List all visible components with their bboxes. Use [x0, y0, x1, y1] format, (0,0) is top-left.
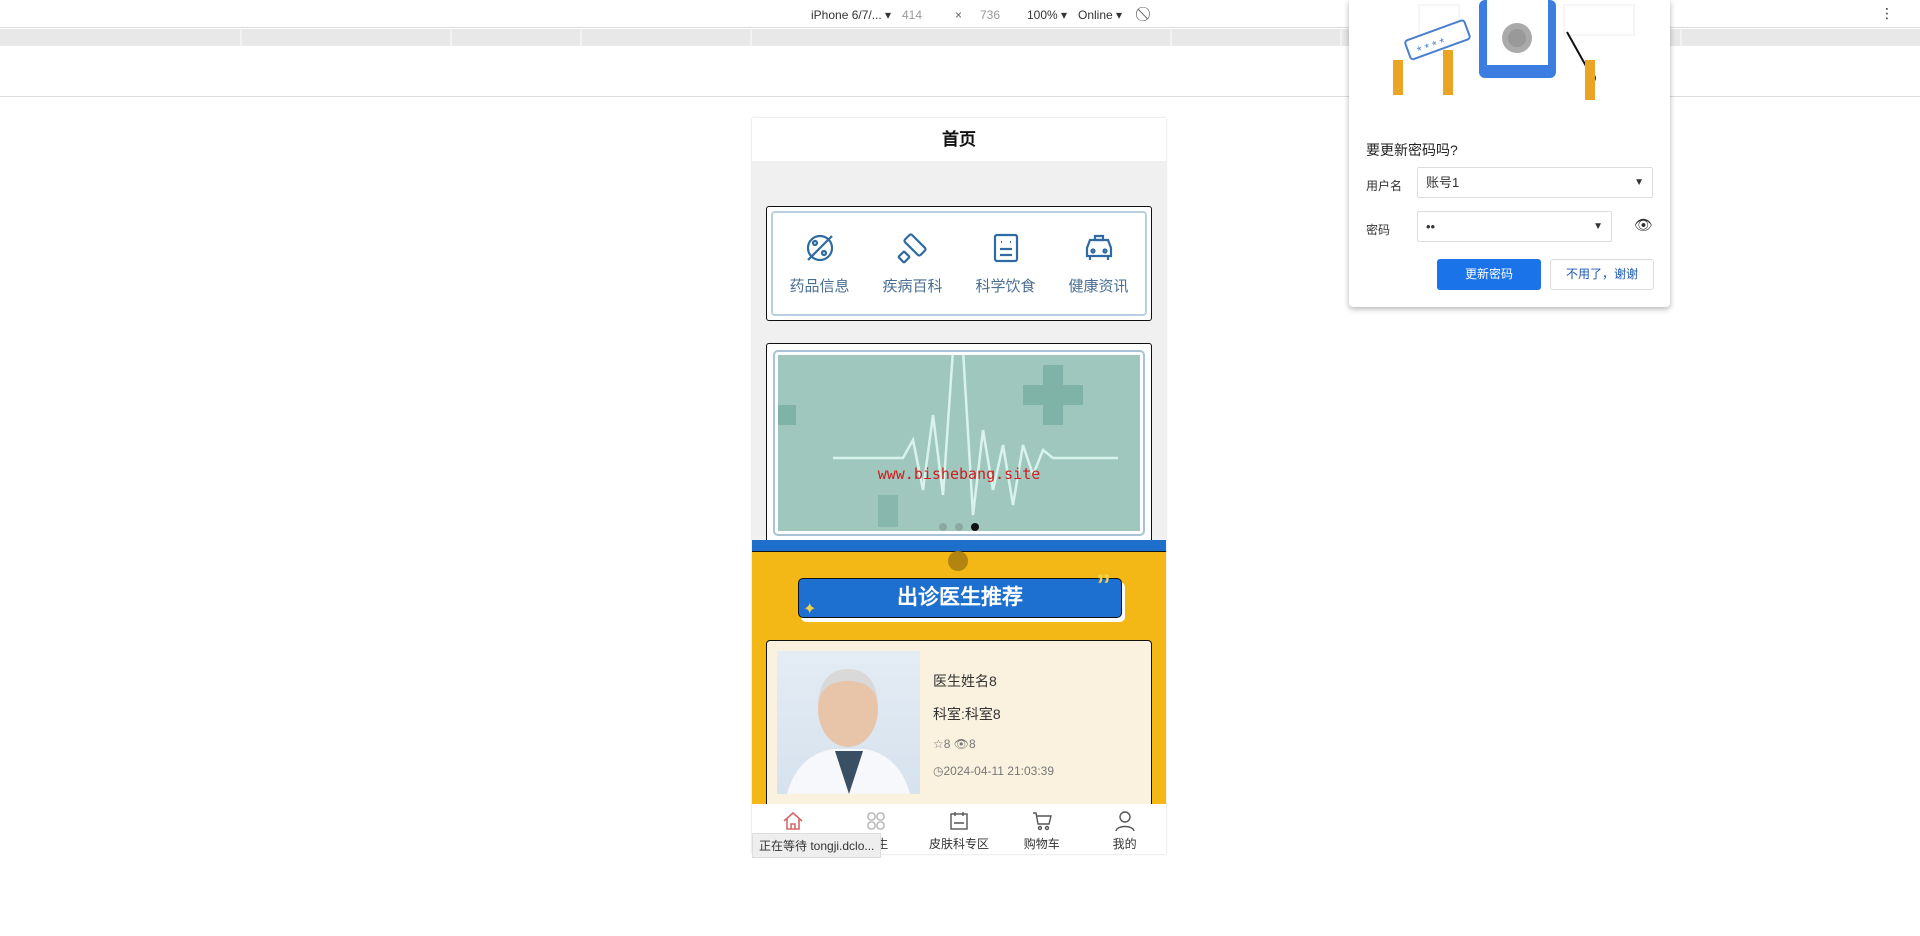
width-input[interactable]: 414 [902, 8, 922, 22]
grid-icon [867, 812, 885, 830]
menu-item-drug-info[interactable]: 药品信息 [780, 231, 860, 296]
nav-item-cart[interactable]: 购物车 [1000, 804, 1083, 854]
quote-icon: ” [1096, 569, 1111, 602]
update-password-button[interactable]: 更新密码 [1437, 259, 1541, 290]
category-menu: 药品信息 疾病百科 科学饮食 健康资讯 [766, 206, 1152, 321]
user-icon [1114, 811, 1135, 832]
status-bubble: 正在等待 tongji.dclo... [752, 833, 882, 858]
calendar-icon [950, 812, 968, 830]
dropdown-caret-icon: ▼ [1634, 177, 1644, 188]
decorative-dot [948, 551, 968, 571]
carousel-dot-active[interactable] [971, 523, 979, 531]
star-icon: ☆ [933, 737, 944, 751]
more-options-icon[interactable]: ⋮ [1880, 5, 1894, 22]
likes-count: 8 [943, 737, 951, 751]
password-label: 密码 [1366, 223, 1391, 237]
carousel-dot[interactable] [955, 523, 963, 531]
nav-item-profile[interactable]: 我的 [1083, 804, 1166, 854]
password-safe-illustration: * * * * [1393, 0, 1635, 100]
roller-icon [897, 233, 927, 264]
banner-slide[interactable]: www.bishebang.site [778, 355, 1140, 531]
update-password-dialog: * * * * 要更新密码吗? 用户名 账号1 ▼ 密码 •• ▼ 👁︎ 更新密码 … [1349, 0, 1670, 307]
cart-icon [1032, 812, 1052, 831]
menu-item-diet[interactable]: 科学饮食 [966, 231, 1046, 296]
nav-item-dermatology[interactable]: 皮肤科专区 [918, 804, 1001, 854]
username-select[interactable]: 账号1 ▼ [1417, 167, 1653, 198]
show-password-eye-icon[interactable]: 👁︎ [1634, 216, 1653, 234]
sparkle-icon: ✦ [803, 601, 817, 618]
section-title: ✦ 出诊医生推荐 ” [798, 569, 1122, 618]
doctor-department: 科室:科室8 [933, 706, 1001, 722]
clock-icon: ◷ [933, 764, 944, 778]
zoom-select[interactable]: 100% ▾ [1027, 8, 1067, 22]
dialog-title: 要更新密码吗? [1366, 142, 1458, 158]
username-label: 用户名 [1366, 179, 1403, 193]
eye-icon: 👁︎ [953, 737, 970, 751]
dropdown-caret-icon: ▼ [1593, 221, 1603, 232]
planet-icon [806, 234, 833, 262]
network-select[interactable]: Online ▾ [1078, 8, 1122, 22]
height-input[interactable]: 736 [980, 8, 1000, 22]
page-title: 首页 [752, 118, 1166, 161]
phone-viewport: 首页 药品信息 疾病百科 科学饮食 健康资讯 www.bishebang.sit… [752, 118, 1166, 854]
doctor-photo [777, 651, 920, 794]
heartbeat-illustration [778, 355, 1118, 527]
car-icon [1085, 234, 1112, 260]
doctor-time: 2024-04-11 21:03:39 [943, 764, 1055, 778]
banner-carousel[interactable]: www.bishebang.site [766, 343, 1152, 543]
menu-item-health-news[interactable]: 健康资讯 [1059, 231, 1139, 296]
notepad-icon [993, 233, 1018, 263]
device-select[interactable]: iPhone 6/7/... ▾ [811, 8, 891, 22]
dimension-separator: × [955, 8, 963, 22]
views-count: 8 [969, 737, 976, 751]
doctor-name: 医生姓名8 [933, 673, 997, 689]
menu-item-disease-wiki[interactable]: 疾病百科 [873, 231, 953, 296]
home-icon [783, 811, 803, 830]
password-select[interactable]: •• ▼ [1417, 211, 1612, 242]
decline-button[interactable]: 不用了，谢谢 [1550, 259, 1654, 290]
watermark-text: www.bishebang.site [877, 465, 1041, 483]
carousel-dots [778, 523, 1140, 531]
carousel-dot[interactable] [939, 523, 947, 531]
